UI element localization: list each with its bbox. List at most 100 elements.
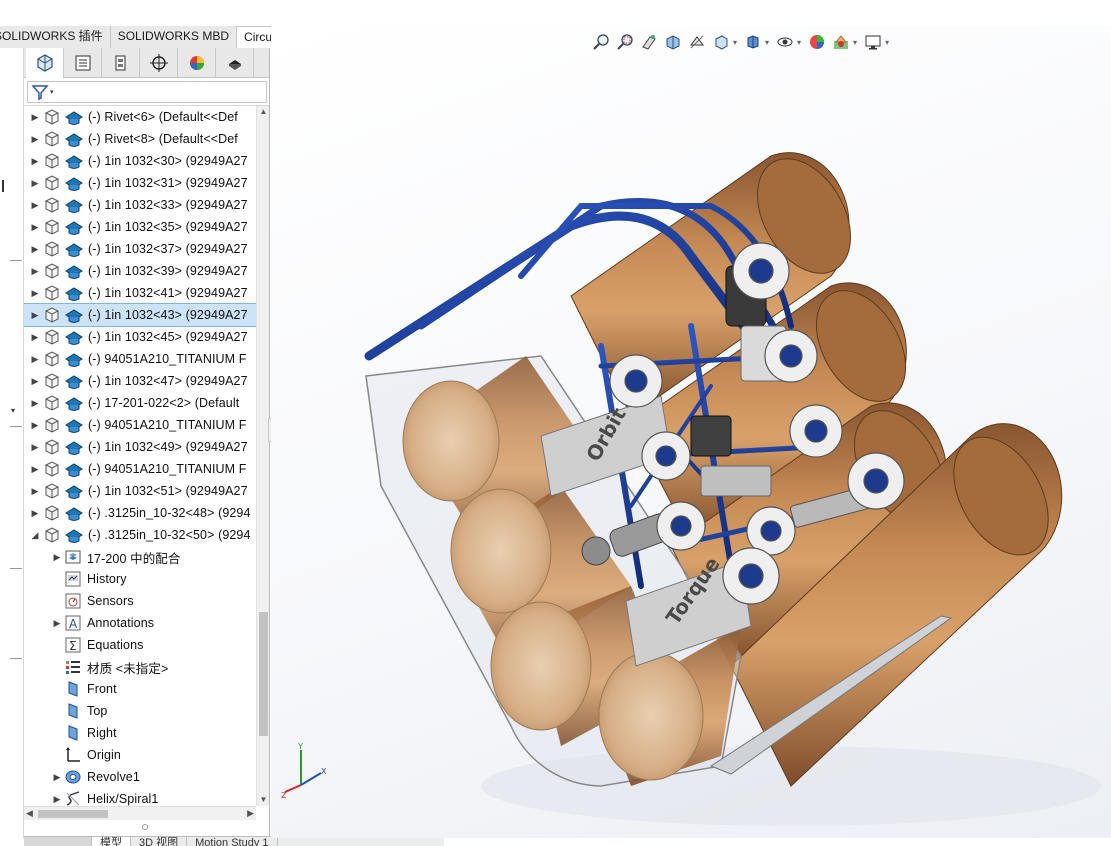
tree-item-component[interactable]: ▶ (-) 1in 1032<31> (92949A27 (24, 172, 256, 194)
tree-item-component[interactable]: ▶ (-) 1in 1032<49> (92949A27 (24, 436, 256, 458)
graphics-area[interactable]: ▾ ▾ ▾ ▾ ▾ Orbit Torque Y X Z (271, 26, 1111, 838)
tree-hscroll-thumb[interactable] (38, 810, 108, 818)
expand-arrow-icon[interactable]: ▶ (28, 128, 42, 150)
expand-arrow-icon[interactable]: ▶ (28, 392, 42, 414)
tree-item-feature[interactable]: Right (24, 722, 256, 744)
tree-item-feature[interactable]: ▶ Helix/Spiral1 (24, 788, 256, 806)
tree-item-component[interactable]: ▶ (-) 1in 1032<41> (92949A27 (24, 282, 256, 304)
expand-arrow-icon[interactable]: ▶ (28, 260, 42, 282)
tree-item-feature[interactable]: ▶ Revolve1 (24, 766, 256, 788)
tab-model[interactable]: 模型 (92, 837, 131, 846)
scroll-up-arrow-icon[interactable]: ▲ (257, 106, 270, 118)
expand-open-icon[interactable]: ◢ (28, 524, 42, 546)
tab-solidworks-mbd[interactable]: SOLIDWORKS MBD (110, 26, 238, 48)
tree-horizontal-scrollbar[interactable]: ◀ ▶ (24, 806, 256, 820)
sliver-caret-icon[interactable]: ▾ (11, 406, 15, 415)
expand-arrow-icon[interactable]: ▶ (28, 282, 42, 304)
expand-arrow-icon[interactable]: ▶ (28, 370, 42, 392)
component-mate-icon (64, 460, 88, 478)
component-part-icon (42, 438, 64, 456)
expand-arrow-icon[interactable]: ▶ (50, 766, 64, 788)
tree-item-component[interactable]: ▶ (-) Rivet<8> (Default<<Def (24, 128, 256, 150)
component-part-icon (42, 306, 64, 324)
expand-arrow-icon[interactable]: ▶ (28, 304, 42, 326)
component-mate-icon (64, 372, 88, 390)
component-mate-icon (64, 328, 88, 346)
tree-item-label: (-) 1in 1032<37> (92949A27 (88, 242, 248, 256)
tree-filter[interactable]: ▾ (27, 81, 267, 103)
expand-arrow-icon[interactable]: ▶ (28, 458, 42, 480)
dimxpert-manager-tab[interactable] (140, 48, 178, 78)
expand-arrow-icon[interactable]: ▶ (28, 326, 42, 348)
tree-item-component[interactable]: ▶ (-) 1in 1032<35> (92949A27 (24, 216, 256, 238)
property-manager-tab[interactable] (64, 48, 102, 78)
tree-item-feature[interactable]: Front (24, 678, 256, 700)
tree-item-component[interactable]: ▶ (-) .3125in_10-32<48> (9294 (24, 502, 256, 524)
sliver-divider (10, 426, 22, 427)
robot-assembly-model[interactable]: Orbit Torque (271, 26, 1111, 838)
cam-manager-tab[interactable] (216, 48, 254, 78)
plane-icon (64, 702, 82, 720)
tree-item-feature[interactable]: ▶ A Annotations (24, 612, 256, 634)
component-mate-icon (64, 196, 88, 214)
expand-arrow-icon[interactable]: ▶ (28, 480, 42, 502)
tree-item-component[interactable]: ▶ (-) 1in 1032<30> (92949A27 (24, 150, 256, 172)
tree-item-label: Revolve1 (87, 770, 140, 784)
scroll-left-arrow-icon[interactable]: ◀ (26, 808, 33, 819)
expand-arrow-icon[interactable]: ▶ (28, 150, 42, 172)
tree-item-feature[interactable]: Top (24, 700, 256, 722)
tree-item-component[interactable]: ▶ (-) 1in 1032<37> (92949A27 (24, 238, 256, 260)
tree-item-component[interactable]: ▶ (-) 94051A210_TITANIUM F (24, 458, 256, 480)
tree-item-component[interactable]: ▶ (-) 1in 1032<45> (92949A27 (24, 326, 256, 348)
tree-item-label: Origin (87, 748, 121, 762)
tree-item-feature[interactable]: Sensors (24, 590, 256, 612)
revolve-icon (64, 768, 82, 786)
tree-item-component[interactable]: ▶ (-) 1in 1032<33> (92949A27 (24, 194, 256, 216)
tree-scroll-thumb[interactable] (259, 612, 268, 736)
expand-arrow-icon[interactable]: ▶ (28, 194, 42, 216)
expand-arrow-icon[interactable]: ▶ (28, 502, 42, 524)
component-part-icon (42, 152, 64, 170)
expand-arrow-icon[interactable]: ▶ (50, 788, 64, 806)
tree-item-feature[interactable]: ▶ 17-200 中的配合 (24, 546, 256, 568)
tree-item-feature[interactable]: Σ Equations (24, 634, 256, 656)
feature-manager-tab[interactable] (26, 48, 64, 78)
panel-resize-grip-icon[interactable] (142, 824, 148, 830)
tree-item-component[interactable]: ◢ (-) .3125in_10-32<50> (9294 (24, 524, 256, 546)
expand-arrow-icon[interactable]: ▶ (28, 414, 42, 436)
expand-arrow-icon[interactable]: ▶ (50, 546, 64, 568)
tab-motion-study[interactable]: Motion Study 1 (187, 837, 278, 846)
tree-item-feature[interactable]: Origin (24, 744, 256, 766)
tab-3d-views[interactable]: 3D 视图 (131, 837, 188, 846)
tree-item-component[interactable]: ▶ (-) 1in 1032<39> (92949A27 (24, 260, 256, 282)
tree-item-component[interactable]: ▶ (-) 1in 1032<43> (92949A27 (24, 303, 256, 327)
tree-vertical-scrollbar[interactable]: ▲ ▼ (256, 106, 269, 806)
expand-arrow-icon[interactable]: ▶ (28, 106, 42, 128)
component-mate-icon (64, 438, 88, 456)
expand-arrow-icon[interactable]: ▶ (28, 238, 42, 260)
tree-item-label: (-) 1in 1032<47> (92949A27 (88, 374, 248, 388)
display-manager-tab[interactable] (178, 48, 216, 78)
tree-item-component[interactable]: ▶ (-) 1in 1032<47> (92949A27 (24, 370, 256, 392)
expand-arrow-icon[interactable]: ▶ (28, 348, 42, 370)
tree-item-component[interactable]: ▶ (-) 1in 1032<51> (92949A27 (24, 480, 256, 502)
tree-item-feature[interactable]: 材质 <未指定> (24, 656, 256, 678)
expand-arrow-icon[interactable]: ▶ (50, 612, 64, 634)
tree-item-component[interactable]: ▶ (-) Rivet<6> (Default<<Def (24, 106, 256, 128)
expand-arrow-icon[interactable]: ▶ (28, 172, 42, 194)
tree-item-component[interactable]: ▶ (-) 94051A210_TITANIUM F (24, 348, 256, 370)
expand-arrow-icon[interactable]: ▶ (28, 436, 42, 458)
solidworks-window: SOLIDWORKS 插件 SOLIDWORKS MBD CircuitWork… (0, 0, 1111, 846)
tree-item-component[interactable]: ▶ (-) 17-201-022<2> (Default (24, 392, 256, 414)
tab-nav-arrows[interactable] (24, 837, 92, 846)
tree-item-component[interactable]: ▶ (-) 94051A210_TITANIUM F (24, 414, 256, 436)
scroll-right-arrow-icon[interactable]: ▶ (247, 808, 254, 819)
component-mate-icon (64, 108, 88, 126)
tab-solidworks-addins[interactable]: SOLIDWORKS 插件 (0, 26, 111, 48)
expand-arrow-icon[interactable]: ▶ (28, 216, 42, 238)
sensors-icon (64, 592, 82, 610)
tree-item-feature[interactable]: History (24, 568, 256, 590)
no-expander (50, 590, 64, 612)
scroll-down-arrow-icon[interactable]: ▼ (257, 794, 270, 806)
configuration-manager-tab[interactable] (102, 48, 140, 78)
